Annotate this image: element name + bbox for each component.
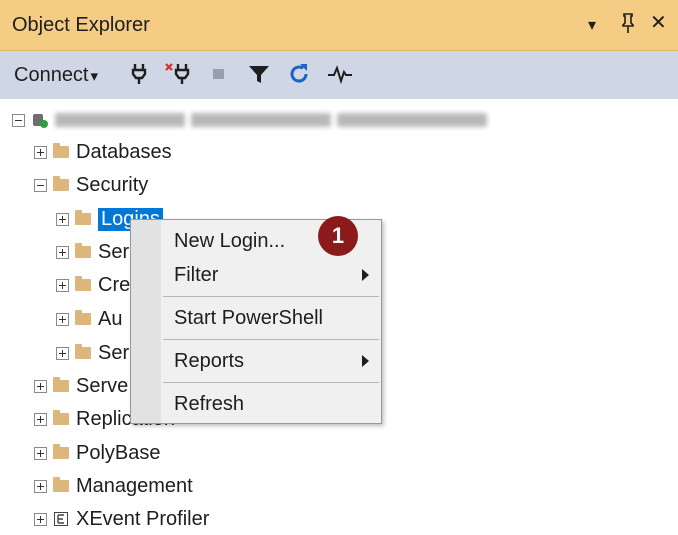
tree-node-databases[interactable]: Databases [34, 137, 172, 167]
tree-node-label: Databases [76, 140, 172, 163]
collapse-icon[interactable] [12, 113, 25, 127]
filter-icon[interactable] [246, 61, 272, 87]
expand-icon[interactable] [34, 145, 47, 159]
tree-node-security[interactable]: Security [34, 170, 148, 200]
chevron-down-icon: ▾ [90, 68, 99, 85]
expand-icon[interactable] [34, 512, 47, 526]
server-icon [33, 114, 48, 128]
connect-plug-icon[interactable] [126, 61, 152, 87]
expand-icon[interactable] [34, 446, 47, 460]
submenu-arrow-icon [362, 355, 369, 367]
folder-icon [75, 210, 91, 225]
folder-icon [75, 276, 91, 291]
tree-node-label: Ser [98, 240, 130, 263]
xevent-profiler-icon [54, 512, 68, 526]
tree-node-label: Security [76, 173, 149, 196]
object-explorer-titlebar: Object Explorer ▾ ✕ [0, 0, 678, 51]
connect-button[interactable]: Connect ▾ [14, 64, 98, 87]
tree-node-audits[interactable]: Au [56, 304, 122, 334]
step-callout-badge: 1 [318, 216, 358, 256]
object-explorer-toolbar: Connect ▾ [0, 51, 678, 99]
tree-node-management[interactable]: Management [34, 471, 193, 501]
collapse-icon[interactable] [34, 178, 47, 192]
expand-icon[interactable] [56, 312, 69, 326]
tree-node-label: Au [98, 307, 123, 330]
expand-icon[interactable] [56, 278, 69, 292]
folder-icon [53, 377, 69, 392]
tree-node-server-objects[interactable]: Serve [34, 371, 128, 401]
expand-icon[interactable] [34, 412, 47, 426]
tree-node-label: XEvent Profiler [76, 507, 210, 530]
folder-icon [53, 444, 69, 459]
tree-node-polybase[interactable]: PolyBase [34, 438, 161, 468]
folder-icon [75, 243, 91, 258]
tree-node-credentials[interactable]: Cre [56, 270, 130, 300]
tree-node-xevent-profiler[interactable]: XEvent Profiler [34, 504, 209, 534]
expand-icon[interactable] [56, 212, 69, 226]
menu-separator [163, 339, 379, 340]
submenu-arrow-icon [362, 269, 369, 281]
folder-icon [75, 344, 91, 359]
tree-node-server-roles[interactable]: Ser [56, 237, 129, 267]
folder-icon [53, 143, 69, 158]
menu-separator [163, 382, 379, 383]
pin-icon[interactable] [620, 12, 636, 39]
activity-monitor-icon[interactable] [326, 61, 352, 87]
refresh-icon[interactable] [286, 61, 312, 87]
menu-item-refresh[interactable]: Refresh [174, 393, 244, 416]
expand-icon[interactable] [56, 245, 69, 259]
expand-icon[interactable] [56, 346, 69, 360]
tree-node-label: Management [76, 474, 193, 497]
folder-icon [53, 477, 69, 492]
menu-item-filter[interactable]: Filter [174, 264, 218, 287]
tree-node-label: PolyBase [76, 441, 161, 464]
folder-icon [75, 310, 91, 325]
folder-icon [53, 176, 69, 191]
menu-item-new-login[interactable]: New Login... [174, 230, 285, 253]
menu-separator [163, 296, 379, 297]
stop-icon[interactable] [206, 61, 232, 87]
close-icon[interactable]: ✕ [650, 12, 667, 34]
menu-item-reports[interactable]: Reports [174, 350, 244, 373]
menu-item-start-powershell[interactable]: Start PowerShell [174, 307, 323, 330]
tree-node-label: Cre [98, 273, 131, 296]
tree-node-server-audit-specs[interactable]: Ser [56, 338, 129, 368]
tree-node-label: Serve [76, 374, 129, 397]
panel-title: Object Explorer [12, 14, 150, 36]
disconnect-plug-icon[interactable] [164, 61, 190, 87]
context-menu-gutter [131, 220, 161, 423]
expand-icon[interactable] [34, 479, 47, 493]
folder-icon [53, 410, 69, 425]
server-node[interactable] [12, 105, 493, 135]
tree-node-label: Ser [98, 341, 130, 364]
window-position-dropdown-icon[interactable]: ▾ [588, 15, 596, 37]
connect-label: Connect [14, 64, 89, 86]
expand-icon[interactable] [34, 379, 47, 393]
